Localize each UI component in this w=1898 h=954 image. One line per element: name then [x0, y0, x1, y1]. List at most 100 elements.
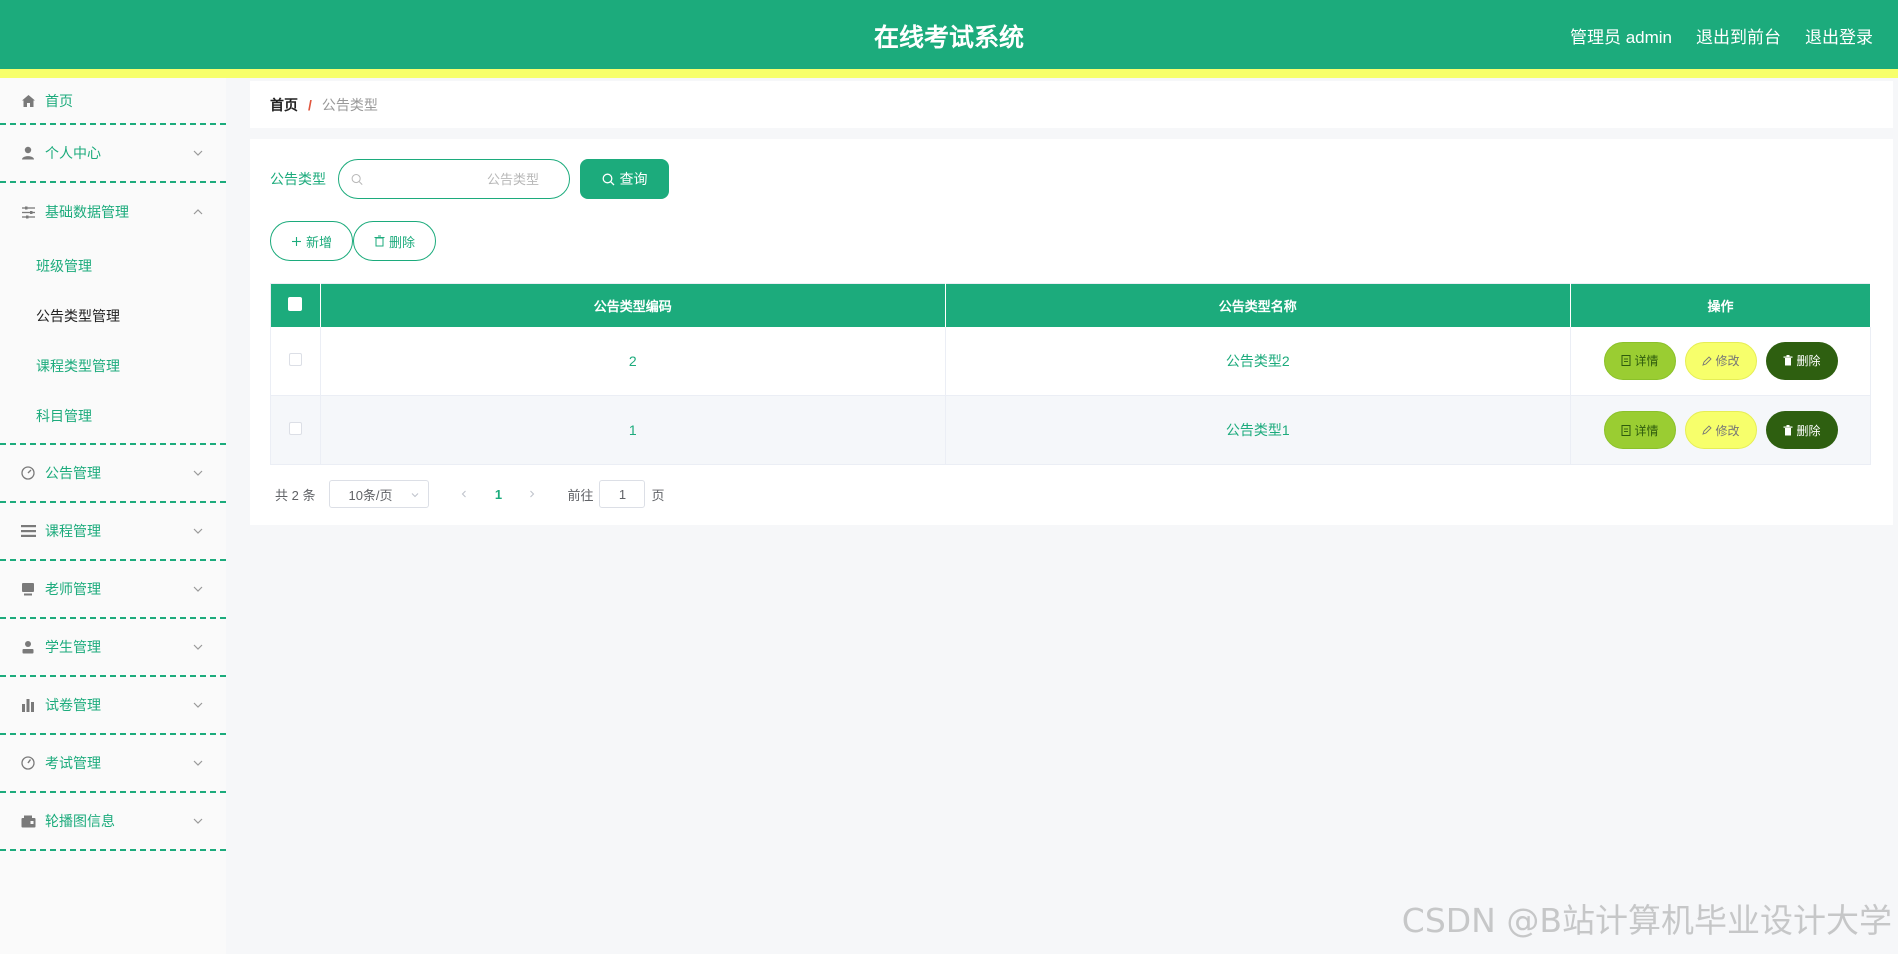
edit-button-label: 修改 — [1715, 423, 1740, 438]
chevron-down-icon — [412, 493, 419, 498]
document-icon — [1621, 355, 1630, 367]
csdn-watermark: CSDN @B站计算机毕业设计大学 — [1401, 901, 1892, 940]
delete-button-label: 删除 — [1796, 423, 1821, 438]
sidebar-item-home[interactable]: 首页 — [0, 78, 226, 125]
prev-page-button[interactable] — [449, 487, 479, 502]
delete-button[interactable]: 删除 — [1765, 411, 1838, 449]
trash-icon — [374, 235, 385, 247]
breadcrumb-separator: / — [308, 96, 312, 113]
add-button[interactable]: 新增 — [270, 221, 353, 261]
chevron-down-icon — [193, 760, 203, 766]
detail-button-label: 详情 — [1634, 423, 1659, 438]
detail-button[interactable]: 详情 — [1603, 341, 1676, 380]
search-label: 公告类型 — [270, 171, 326, 187]
search-row: 公告类型 查询 — [270, 159, 669, 199]
table-header-row: 公告类型编码 公告类型名称 操作 — [270, 283, 1871, 327]
chevron-down-icon — [193, 150, 203, 156]
sidebar-item-label: 老师管理 — [45, 581, 101, 597]
sidebar-subitem-notice-type-management[interactable]: 公告类型管理 — [0, 291, 226, 341]
row-checkbox-cell — [270, 395, 321, 465]
batch-delete-button-label: 删除 — [388, 234, 415, 250]
detail-button-label: 详情 — [1634, 354, 1659, 369]
column-header-name: 公告类型名称 — [945, 283, 1572, 327]
list-icon — [20, 523, 36, 539]
sidebar-item-basic-data[interactable]: 基础数据管理 — [0, 183, 226, 241]
table-row: 1 公告类型1 详情 修改 删除 — [270, 395, 1871, 465]
row-checkbox[interactable] — [288, 352, 302, 366]
sidebar-item-personal-center[interactable]: 个人中心 — [0, 125, 226, 183]
next-page-button[interactable] — [517, 487, 547, 502]
add-button-label: 新增 — [305, 234, 332, 250]
header-accent-bar — [0, 69, 1898, 78]
sidebar-subitem-course-type-management[interactable]: 课程类型管理 — [0, 341, 226, 391]
sidebar-item-teacher-management[interactable]: 老师管理 — [0, 561, 226, 619]
trash-icon — [1783, 355, 1792, 366]
chevron-down-icon — [193, 644, 203, 650]
user-icon — [20, 145, 36, 161]
action-row: 新增 删除 — [270, 221, 436, 261]
sidebar-item-label: 首页 — [45, 92, 73, 109]
delete-button[interactable]: 删除 — [1765, 341, 1838, 380]
sidebar-item-exam-management[interactable]: 考试管理 — [0, 735, 226, 793]
notice-type-search-input[interactable] — [363, 171, 557, 187]
select-all-checkbox[interactable] — [288, 296, 303, 311]
page-size-value: 10条/页 — [348, 487, 393, 503]
breadcrumb-home[interactable]: 首页 — [270, 95, 298, 115]
sidebar-item-label: 考试管理 — [45, 755, 101, 771]
page-jump: 前往 页 — [567, 480, 665, 508]
query-button[interactable]: 查询 — [580, 159, 669, 199]
chevron-down-icon — [193, 528, 203, 534]
page-jump-input[interactable] — [599, 480, 646, 508]
row-checkbox-cell — [270, 326, 321, 396]
page-jump-suffix: 页 — [651, 487, 665, 503]
breadcrumb-current: 公告类型 — [321, 96, 378, 113]
sidebar-item-carousel-info[interactable]: 轮播图信息 — [0, 793, 226, 851]
page-size-select[interactable]: 10条/页 — [329, 480, 430, 508]
edit-button[interactable]: 修改 — [1684, 341, 1757, 380]
cell-operations: 详情 修改 删除 — [1570, 395, 1871, 465]
search-box — [338, 159, 570, 199]
bar-chart-icon — [20, 697, 36, 713]
cell-name: 公告类型1 — [945, 395, 1572, 465]
sidebar-item-notice-management[interactable]: 公告管理 — [0, 445, 226, 503]
back-to-frontend-link[interactable]: 退出到前台 — [1696, 23, 1781, 48]
sidebar-item-paper-management[interactable]: 试卷管理 — [0, 677, 226, 735]
batch-delete-button[interactable]: 删除 — [353, 221, 436, 261]
person-icon — [20, 639, 36, 655]
column-header-code: 公告类型编码 — [320, 283, 946, 327]
document-icon — [1621, 424, 1630, 436]
edit-button[interactable]: 修改 — [1684, 411, 1757, 449]
row-checkbox[interactable] — [288, 422, 302, 435]
admin-user-label[interactable]: 管理员 admin — [1570, 23, 1672, 48]
trash-icon — [1783, 424, 1792, 435]
page-jump-label: 前往 — [567, 487, 594, 503]
header-links: 管理员 admin 退出到前台 退出登录 — [1570, 23, 1873, 48]
column-header-operations: 操作 — [1570, 283, 1871, 327]
notice-type-table: 公告类型编码 公告类型名称 操作 2 公告类型2 详情 修改 删除 1 公告类型… — [270, 283, 1871, 465]
page-number-current[interactable]: 1 — [483, 487, 513, 502]
detail-button[interactable]: 详情 — [1603, 411, 1676, 449]
sidebar-subitem-subject-management[interactable]: 科目管理 — [0, 391, 226, 441]
main-panel: 公告类型 查询 新增 删除 公告类型编码 公告类型名称 操作 — [250, 139, 1893, 525]
sidebar-item-label: 课程管理 — [45, 523, 101, 539]
sidebar-item-label: 试卷管理 — [45, 697, 101, 713]
sidebar-item-label: 公告管理 — [45, 465, 101, 481]
delete-button-label: 删除 — [1796, 354, 1821, 369]
cell-code: 1 — [320, 395, 946, 465]
sidebar-subitem-class-management[interactable]: 班级管理 — [0, 241, 226, 291]
logout-link[interactable]: 退出登录 — [1805, 23, 1873, 48]
sidebar-item-label: 学生管理 — [45, 639, 101, 655]
sidebar-item-course-management[interactable]: 课程管理 — [0, 503, 226, 561]
chevron-down-icon — [193, 470, 203, 476]
cell-code: 2 — [320, 326, 946, 396]
monitor-icon — [20, 581, 36, 597]
sidebar: 首页 个人中心 基础数据管理 班级管理 公告类型管理 课程类型管理 科目管理 公… — [0, 78, 226, 954]
sidebar-item-label: 个人中心 — [45, 145, 101, 161]
sliders-icon — [20, 204, 36, 220]
pagination-total: 共 2 条 — [275, 487, 316, 503]
sidebar-item-label: 轮播图信息 — [45, 813, 115, 829]
sidebar-item-student-management[interactable]: 学生管理 — [0, 619, 226, 677]
home-icon — [20, 93, 36, 109]
select-all-header — [270, 283, 321, 327]
search-icon — [351, 173, 363, 185]
